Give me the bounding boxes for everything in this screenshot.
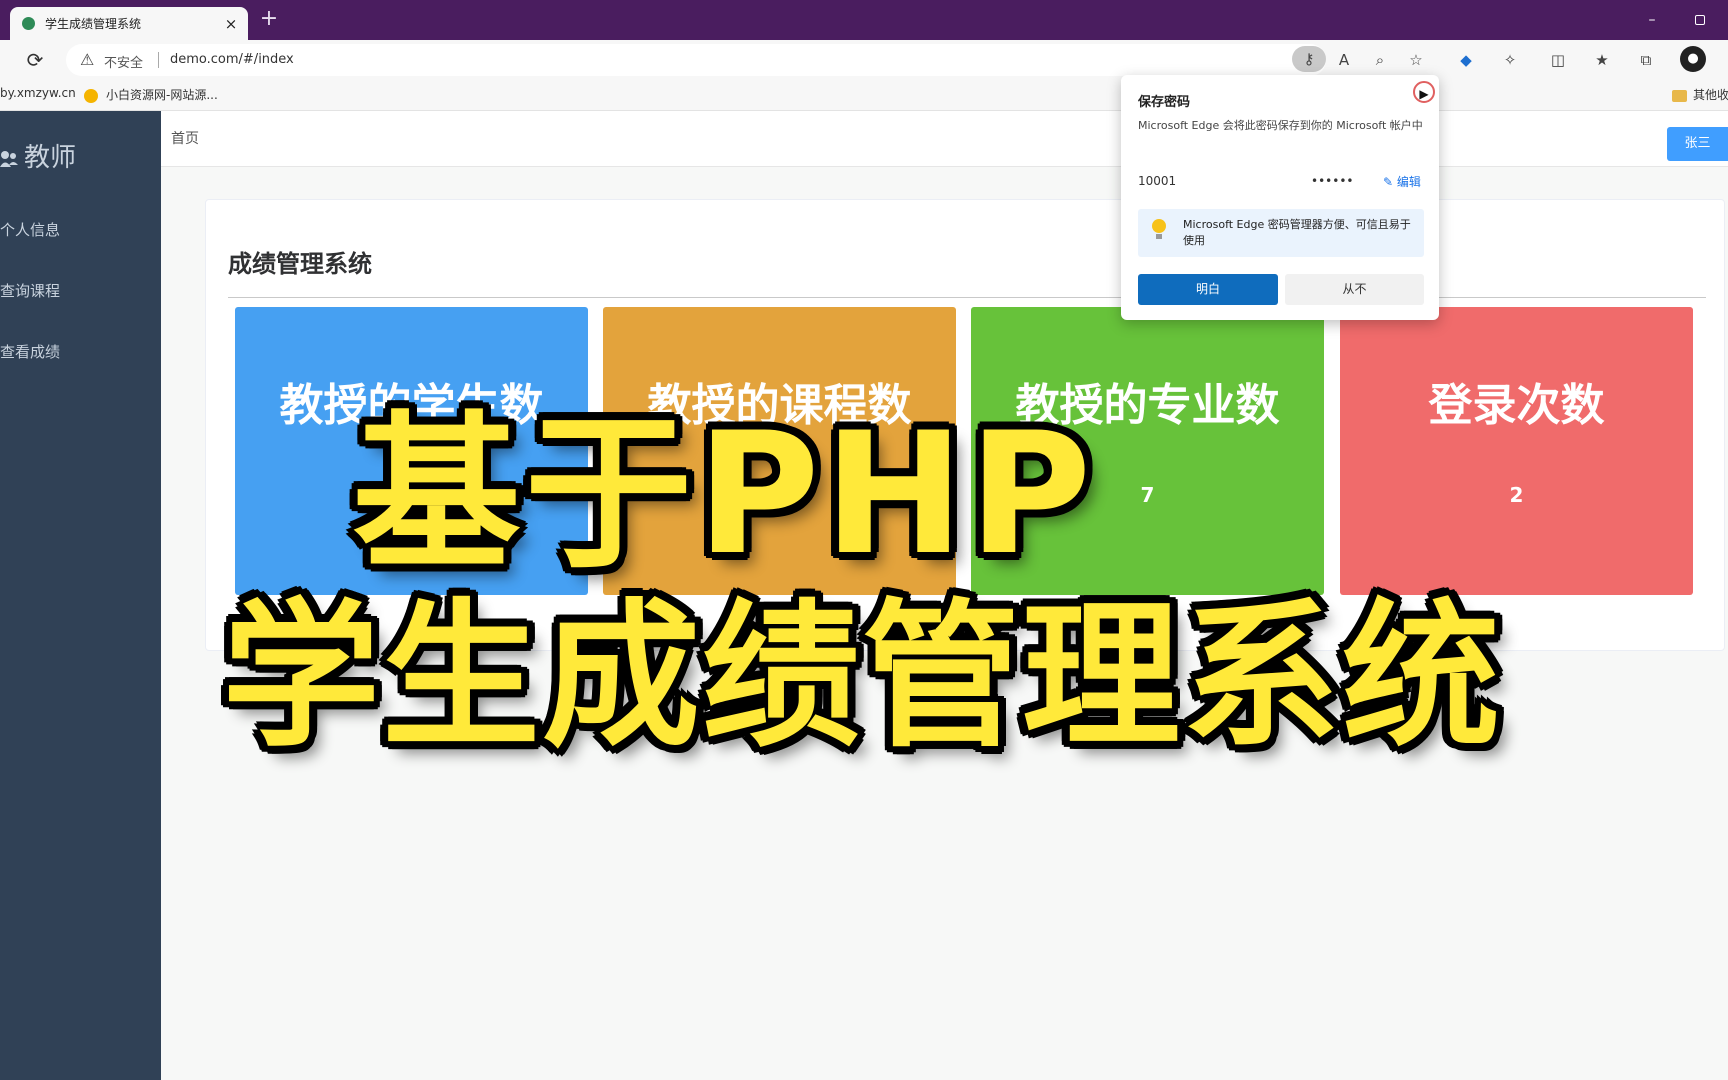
zoom-icon[interactable]: ⌕ xyxy=(1368,48,1392,72)
sidebar-item-label: 查询课程 xyxy=(0,282,61,300)
sidebar-title: 教师 xyxy=(24,143,77,173)
warning-icon[interactable]: ⚠ xyxy=(80,50,94,69)
users-icon xyxy=(0,150,18,167)
overlay-caption-line-2: 学生成绩管理系统 xyxy=(222,585,1502,769)
breadcrumb[interactable]: 首页 xyxy=(171,128,199,148)
maximize-icon xyxy=(1695,15,1705,25)
read-aloud-icon[interactable]: A xyxy=(1332,48,1356,72)
split-screen-icon[interactable]: ◫ xyxy=(1546,48,1570,72)
popup-tip: Microsoft Edge 密码管理器方便、可信且易于使用 xyxy=(1138,209,1424,257)
title-divider xyxy=(228,297,1706,298)
favorites-bar: by.xmzyw.cn 小白资源网-网站源... 其他收 xyxy=(0,80,1728,111)
browser-tab[interactable]: 学生成绩管理系统 × xyxy=(10,7,248,40)
favorite-link[interactable]: by.xmzyw.cn xyxy=(0,86,76,100)
got-it-button[interactable]: 明白 xyxy=(1138,274,1278,305)
sidebar-item-profile[interactable]: 个人信息 xyxy=(0,219,60,240)
edit-label: 编辑 xyxy=(1396,175,1421,189)
favorites-icon[interactable]: ★ xyxy=(1590,48,1614,72)
password-key-icon[interactable]: ⚷ xyxy=(1292,46,1326,72)
favorite-link-label: 小白资源网-网站源... xyxy=(106,88,218,102)
extensions-icon[interactable]: ✧ xyxy=(1498,48,1522,72)
never-button[interactable]: 从不 xyxy=(1285,274,1424,305)
save-password-popup: 保存密码 ▶ Microsoft Edge 会将此密码保存到你的 Microso… xyxy=(1121,75,1439,320)
user-menu-button[interactable]: 张三 xyxy=(1667,127,1728,161)
browser-title-bar: 学生成绩管理系统 × + – xyxy=(0,0,1728,40)
security-label[interactable]: 不安全 xyxy=(104,52,143,71)
collections-icon[interactable]: ⧉ xyxy=(1634,48,1658,72)
profile-avatar[interactable]: ● xyxy=(1680,46,1706,72)
popup-tip-text: Microsoft Edge 密码管理器方便、可信且易于使用 xyxy=(1183,218,1411,247)
reload-icon[interactable]: ⟳ xyxy=(22,47,48,73)
browser-toolbar: ⟳ ⚠ 不安全 demo.com/#/index ⚷ A ⌕ ☆ ◆ ✧ ◫ ★… xyxy=(0,40,1728,80)
sidebar-item-label: 个人信息 xyxy=(0,221,61,239)
other-favorites-folder[interactable]: 其他收 xyxy=(1672,86,1728,103)
folder-icon xyxy=(1672,89,1687,102)
favorite-link[interactable]: 小白资源网-网站源... xyxy=(84,86,218,103)
page-title: 成绩管理系统 xyxy=(228,250,372,278)
address-bar[interactable]: ⚠ 不安全 demo.com/#/index xyxy=(66,44,1326,76)
lightbulb-icon xyxy=(1152,219,1166,233)
url-text[interactable]: demo.com/#/index xyxy=(170,52,294,67)
sidebar-item-courses[interactable]: 查询课程 xyxy=(0,280,60,301)
extension-shield-icon[interactable]: ◆ xyxy=(1454,48,1478,72)
tab-title: 学生成绩管理系统 xyxy=(45,17,142,31)
main-header: 首页 张三 xyxy=(161,111,1728,167)
add-favorite-icon[interactable]: ☆ xyxy=(1404,48,1428,72)
close-icon[interactable]: ▶ xyxy=(1413,81,1435,103)
popup-title: 保存密码 xyxy=(1138,95,1191,110)
folder-label: 其他收 xyxy=(1693,88,1728,102)
edit-password-link[interactable]: ✎ 编辑 xyxy=(1383,173,1421,190)
window-minimize-button[interactable]: – xyxy=(1640,8,1664,32)
window-maximize-button[interactable] xyxy=(1688,8,1712,32)
saved-password-mask: •••••• xyxy=(1311,174,1354,188)
site-favicon-icon xyxy=(84,88,98,103)
address-divider xyxy=(158,52,159,68)
sidebar-logo: 教师 xyxy=(0,137,76,174)
tab-favicon-icon xyxy=(22,17,35,30)
tab-close-icon[interactable]: × xyxy=(220,15,242,33)
lightbulb-base xyxy=(1156,234,1162,239)
pencil-icon: ✎ xyxy=(1383,175,1397,189)
new-tab-button[interactable]: + xyxy=(256,6,282,32)
popup-description: Microsoft Edge 会将此密码保存到你的 Microsoft 帐户中 xyxy=(1138,119,1423,132)
saved-username: 10001 xyxy=(1138,174,1177,188)
